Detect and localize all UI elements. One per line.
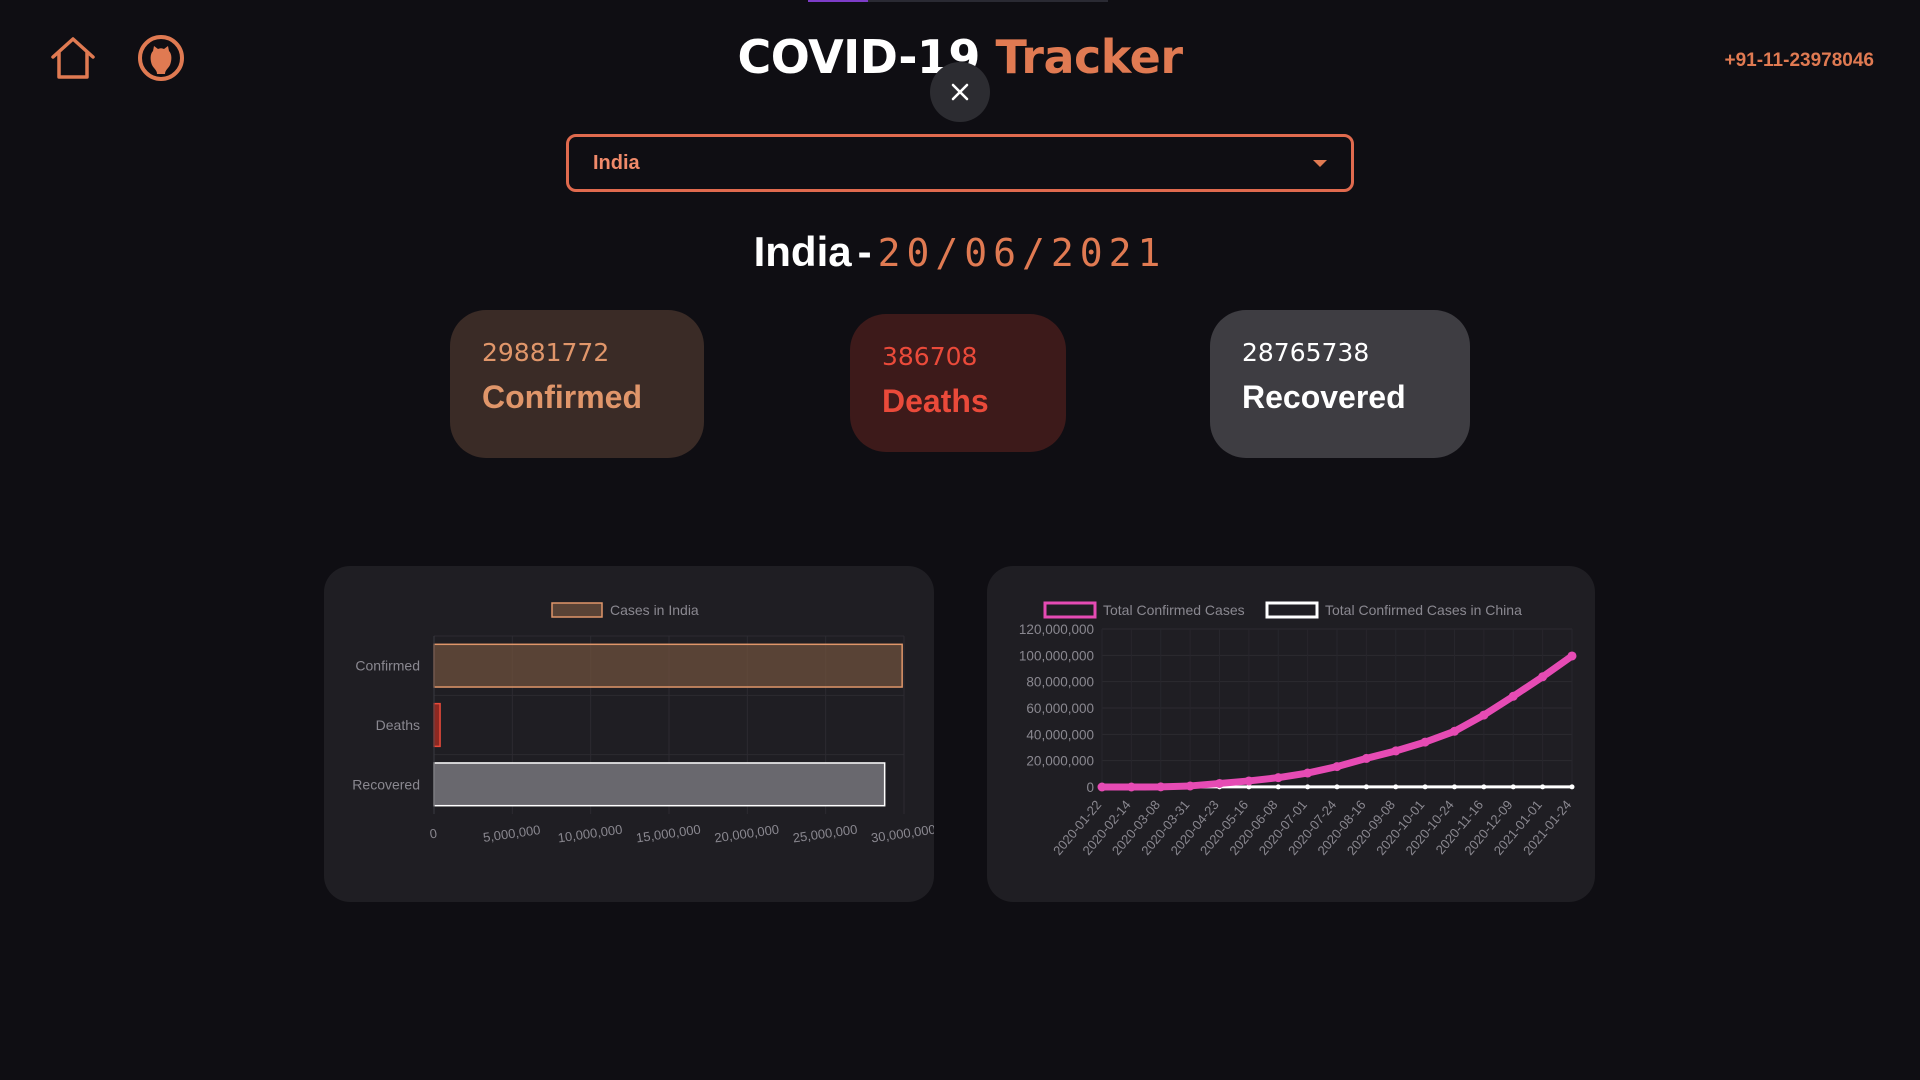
line-point-0 (1185, 781, 1195, 791)
line-point-0 (1450, 726, 1459, 736)
line-chart-y-tick: 40,000,000 (1026, 727, 1094, 742)
bar-chart-x-tick: 25,000,000 (792, 822, 859, 846)
line-point-0 (1391, 746, 1401, 756)
line-point-0 (1156, 782, 1166, 792)
bar-chart-x-tick: 10,000,000 (557, 822, 624, 846)
line-legend-label-secondary: Total Confirmed Cases in China (1325, 602, 1522, 618)
recovered-card: 28765738 Recovered (1210, 310, 1470, 458)
page-progress-fill (808, 0, 868, 2)
heading-date: 20/06/2021 (877, 231, 1167, 275)
line-point-1 (1540, 784, 1546, 790)
bar-confirmed (433, 643, 903, 688)
deaths-count: 386708 (882, 342, 978, 371)
helpline-phone[interactable]: +91-11-23978046 (1724, 50, 1874, 72)
timeline-line-chart: 0 20,000,000 40,000,000 60,000,000 80,000,00… (1019, 601, 1577, 858)
cases-bar-chart: 0 5,000,000 10,000,000 15,000,000 20,000,000… (352, 602, 934, 846)
line-point-1 (1275, 784, 1281, 790)
line-chart-y-tick: 80,000,000 (1026, 675, 1094, 690)
line-point-1 (1452, 784, 1457, 790)
line-point-1 (1422, 784, 1428, 790)
line-point-1 (1305, 784, 1311, 790)
country-select[interactable]: India (566, 134, 1354, 192)
confirmed-card: 29881772 Confirmed (450, 310, 704, 458)
recovered-label: Recovered (1242, 379, 1406, 415)
heading-separator: - (857, 228, 872, 275)
bar-chart-y-tick: Confirmed (355, 658, 420, 674)
chevron-down-icon (1313, 159, 1327, 167)
line-point-0 (1479, 710, 1489, 720)
line-chart-y-tick: 100,000,000 (1019, 648, 1094, 663)
bar-chart-y-tick: Deaths (376, 717, 420, 733)
bar-legend-swatch (551, 602, 603, 618)
line-point-1 (1569, 784, 1575, 790)
page-heading: India -20/06/2021 (0, 228, 1920, 276)
line-point-0 (1420, 737, 1430, 747)
close-button[interactable] (930, 62, 990, 122)
line-legend-swatch-primary (1043, 601, 1097, 619)
line-point-0 (1303, 768, 1313, 778)
line-point-0 (1215, 778, 1224, 788)
line-legend-swatch-secondary (1265, 601, 1319, 619)
line-point-0 (1567, 651, 1577, 661)
line-point-0 (1273, 773, 1283, 783)
recovered-count: 28765738 (1242, 338, 1370, 367)
bar-chart-y-tick: Recovered (352, 776, 420, 792)
close-icon (951, 83, 969, 101)
bar-legend-label: Cases in India (610, 602, 699, 618)
confirmed-count: 29881772 (482, 338, 610, 367)
line-point-1 (1510, 784, 1516, 790)
line-legend-label-primary: Total Confirmed Cases (1103, 602, 1245, 618)
timeline-line-chart-card: 0 20,000,000 40,000,000 60,000,000 80,000,00… (987, 566, 1595, 902)
country-select-value: India (593, 151, 640, 174)
deaths-label: Deaths (882, 383, 989, 419)
bar-deaths (433, 702, 441, 748)
line-point-1 (1363, 784, 1369, 790)
bar-recovered (433, 762, 886, 807)
line-point-1 (1334, 784, 1340, 790)
line-point-0 (1508, 691, 1518, 701)
heading-country: India (753, 228, 852, 275)
line-point-1 (1481, 784, 1487, 790)
line-point-0 (1126, 782, 1136, 792)
line-chart-y-tick: 0 (1086, 780, 1094, 795)
app-title-accent: Tracker (995, 30, 1183, 84)
line-point-0 (1332, 762, 1342, 772)
confirmed-label: Confirmed (482, 379, 642, 415)
line-point-0 (1097, 782, 1107, 792)
line-point-1 (1393, 784, 1399, 790)
line-chart-y-tick: 20,000,000 (1026, 754, 1094, 769)
line-chart-y-tick: 60,000,000 (1026, 701, 1094, 716)
line-point-0 (1244, 776, 1254, 786)
page-progress-bar (808, 0, 1108, 2)
line-point-0 (1361, 753, 1371, 763)
line-point-0 (1538, 672, 1548, 682)
bar-chart-x-tick: 20,000,000 (713, 822, 780, 846)
line-chart-y-tick: 120,000,000 (1019, 622, 1094, 637)
bar-chart-x-tick: 30,000,000 (870, 822, 934, 846)
cases-bar-chart-card: 0 5,000,000 10,000,000 15,000,000 20,000,000… (324, 566, 934, 902)
bar-chart-x-tick: 5,000,000 (482, 822, 541, 845)
bar-chart-x-tick: 15,000,000 (635, 822, 702, 846)
deaths-card: 386708 Deaths (850, 314, 1066, 452)
bar-chart-x-tick: 0 (429, 826, 438, 842)
